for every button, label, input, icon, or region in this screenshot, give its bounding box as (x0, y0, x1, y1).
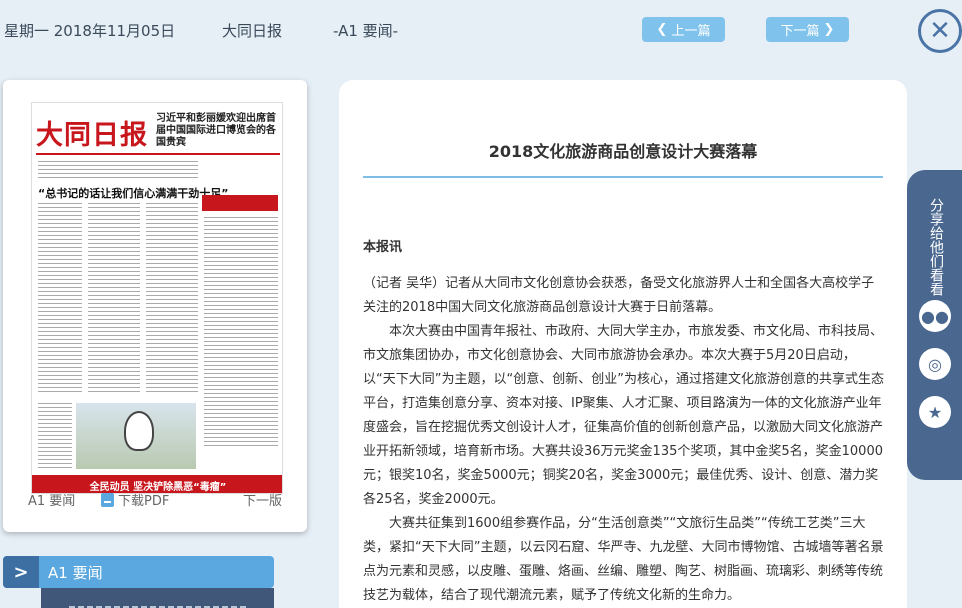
close-icon: ✕ (929, 16, 951, 46)
thumbnail-big-headline: “总书记的话让我们信心满满干劲十足” (38, 187, 229, 200)
thumbnail-text-column (146, 203, 198, 393)
pdf-icon (101, 492, 114, 507)
thumbnail-headline: 习近平和彭丽媛欢迎出席首届中国国际进口博览会的各国贵宾 (156, 113, 276, 148)
section-label: -A1 要闻- (333, 22, 399, 40)
chevron-right-icon: ❯ (823, 22, 835, 37)
chevron-left-icon: ❮ (656, 22, 668, 37)
issue-date: 星期一 2018年11月05日 (4, 22, 176, 40)
page-label: A1 要闻 (28, 494, 76, 509)
nav-subitem[interactable] (41, 588, 274, 608)
article-title: 2018文化旅游商品创意设计大赛落幕 (488, 142, 758, 161)
article-panel: 2018文化旅游商品创意设计大赛落幕 本报讯 （记者 吴华）记者从大同市文化创意… (339, 80, 907, 608)
article-paragraph: 大赛共征集到1600组参赛作品，分“生活创意类”“文旅衍生品类”“传统工艺类”三… (363, 516, 884, 603)
nav-item-label: A1 要闻 (48, 563, 103, 582)
next-page-link[interactable]: 下一版 (243, 490, 282, 509)
thumbnail-text-column (38, 203, 82, 393)
newspaper-page-thumbnail[interactable]: 大同日报 习近平和彭丽媛欢迎出席首届中国国际进口博览会的各国贵宾 “总书记的话让… (31, 102, 283, 494)
wechat-icon[interactable]: ●● (919, 300, 951, 332)
nav-item-a1[interactable]: > A1 要闻 (3, 556, 274, 588)
thumbnail-text-column (38, 403, 72, 469)
prev-article-button[interactable]: ❮ 上一篇 (642, 17, 725, 42)
thumbnail-red-rule (36, 153, 280, 155)
thumbnail-text-column (88, 203, 140, 393)
chevron-right-icon: > (3, 556, 39, 588)
thumbnail-masthead: 大同日报 (36, 120, 148, 151)
share-panel: 分享给他们看看 ●● ◎ ★ (907, 170, 962, 480)
close-button[interactable]: ✕ (918, 9, 962, 53)
panda-mascot-image (124, 411, 154, 451)
top-bar: 星期一 2018年11月05日 大同日报 -A1 要闻- ❮ 上一篇 下一篇 ❯… (0, 0, 962, 62)
thumbnail-text-column (204, 217, 278, 447)
article-body: 本报讯 （记者 吴华）记者从大同市文化创意协会获悉，备受文化旅游界人士和全国各大… (363, 236, 887, 608)
title-divider (363, 176, 883, 178)
article-paragraph: （记者 吴华）记者从大同市文化创意协会获悉，备受文化旅游界人士和全国各大高校学子… (363, 276, 875, 315)
share-label: 分享给他们看看 (928, 198, 944, 296)
article-paragraph: 本次大赛由中国青年报社、市政府、大同大学主办，市旅发委、市文化局、市科技局、市文… (363, 324, 884, 507)
page-thumbnail-card: 大同日报 习近平和彭丽媛欢迎出席首届中国国际进口博览会的各国贵宾 “总书记的话让… (3, 80, 307, 532)
download-pdf-label: 下载PDF (118, 494, 170, 509)
thumbnail-text-block (38, 161, 198, 179)
article-lead: 本报讯 (363, 240, 403, 255)
next-article-button[interactable]: 下一篇 ❯ (766, 17, 849, 42)
prev-article-label: 上一篇 (671, 24, 711, 39)
favorite-star-icon[interactable]: ★ (919, 396, 951, 428)
thumbnail-red-box (202, 195, 278, 211)
thumbnail-footer: A1 要闻 下载PDF 下一版 (3, 490, 307, 510)
download-pdf-link[interactable]: 下载PDF (101, 490, 169, 509)
weibo-icon[interactable]: ◎ (919, 348, 951, 380)
next-article-label: 下一篇 (780, 24, 820, 39)
newspaper-name: 大同日报 (222, 22, 283, 40)
